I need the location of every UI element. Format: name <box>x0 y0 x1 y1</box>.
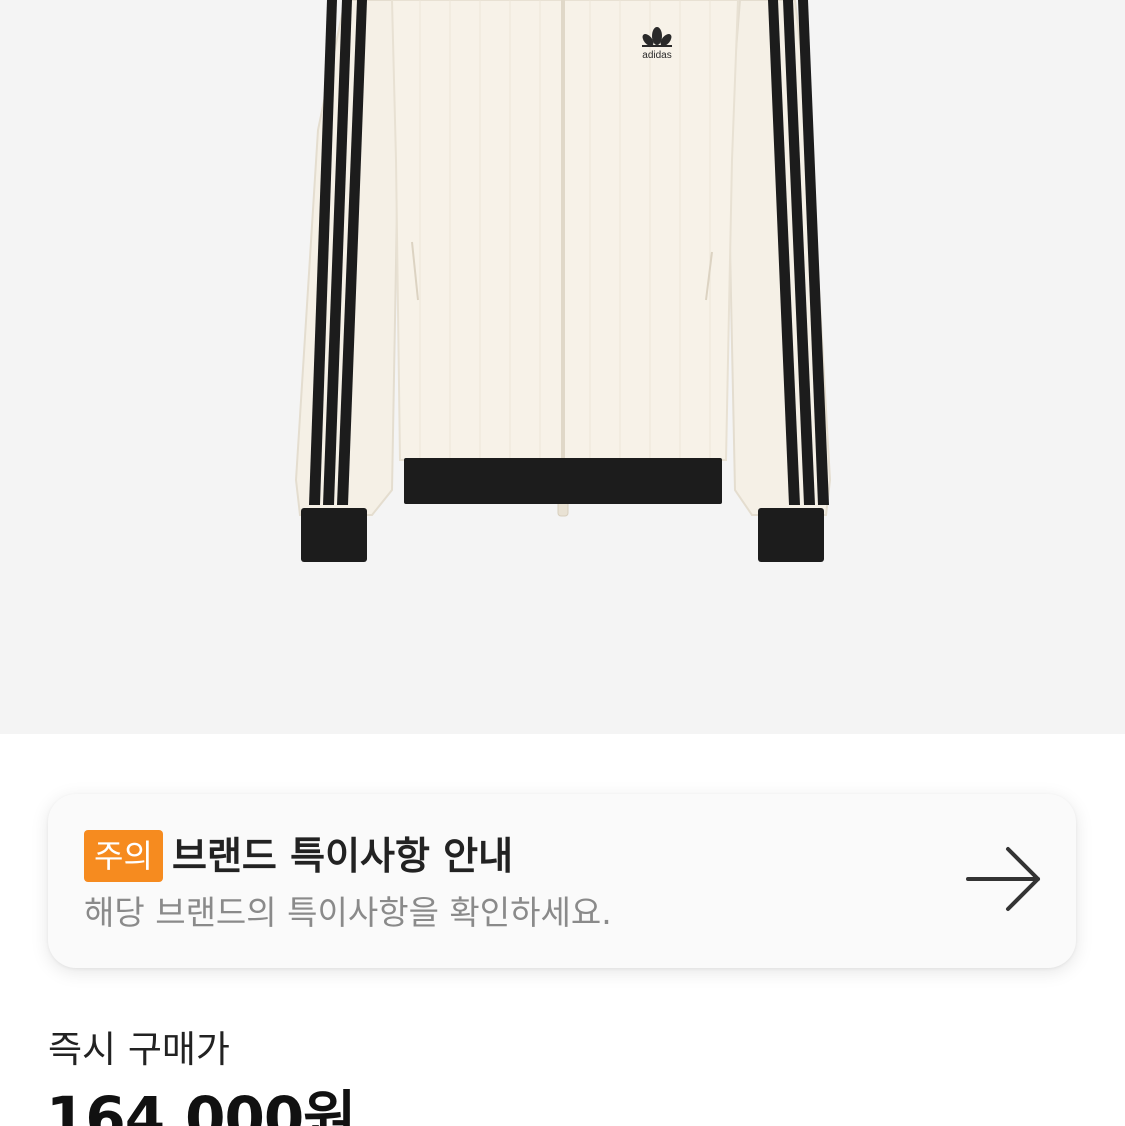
notice-subtitle: 해당 브랜드의 특이사항을 확인하세요. <box>84 893 612 932</box>
price-label: 즉시 구매가 <box>48 1028 230 1071</box>
product-image[interactable]: adidas <box>0 0 1125 734</box>
product-detail-page: adidas 주의 브랜드 특이사항 안내 해당 브랜드의 특이사항을 확인하세… <box>0 0 1125 1126</box>
warning-badge: 주의 <box>84 830 163 882</box>
arrow-right-icon[interactable] <box>966 846 1042 912</box>
brand-notice-card[interactable]: 주의 브랜드 특이사항 안내 해당 브랜드의 특이사항을 확인하세요. <box>48 794 1076 968</box>
price-value: 164,000원 <box>46 1084 357 1126</box>
notice-title: 브랜드 특이사항 안내 <box>172 834 514 878</box>
jacket-illustration: adidas <box>294 0 832 562</box>
brand-logo-text: adidas <box>642 50 671 61</box>
